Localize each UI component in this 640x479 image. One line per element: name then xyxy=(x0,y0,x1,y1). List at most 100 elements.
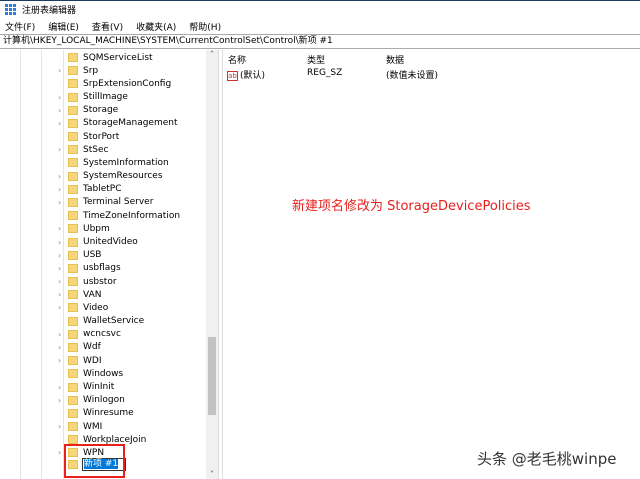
folder-icon xyxy=(68,408,78,418)
tree-item[interactable]: › wcncsvc xyxy=(58,328,122,341)
chevron-right-icon[interactable]: › xyxy=(58,198,66,207)
tree-item[interactable]: › SystemResources xyxy=(58,170,164,183)
tree-item[interactable]: › Wdf xyxy=(58,341,102,354)
tree-item[interactable]: › usbstor xyxy=(58,275,118,288)
tree-item[interactable]: › VAN xyxy=(58,288,102,301)
tree-item-label: Winlogon xyxy=(83,395,125,406)
folder-icon xyxy=(68,171,78,181)
tree-item[interactable]: SystemInformation xyxy=(58,156,170,169)
tree-item[interactable]: WalletService xyxy=(58,315,145,328)
value-type: REG_SZ xyxy=(307,68,343,78)
chevron-right-icon[interactable]: › xyxy=(58,106,66,115)
folder-icon xyxy=(68,79,78,89)
chevron-right-icon[interactable]: › xyxy=(58,93,66,102)
tree-item[interactable]: › usbflags xyxy=(58,262,122,275)
tree-pane: SQMServiceList › Srp SrpExtensionConfig › Sti… xyxy=(0,50,219,479)
tree-item[interactable]: › USB xyxy=(58,249,102,262)
tree-item[interactable]: › StillImage xyxy=(58,91,129,104)
tree-item-label: StorPort xyxy=(83,131,120,142)
tree-item[interactable]: › Storage xyxy=(58,104,119,117)
tree-item[interactable]: › WDI xyxy=(58,354,102,367)
folder-icon xyxy=(68,303,78,313)
tree-item[interactable]: SQMServiceList xyxy=(58,51,154,64)
tree-guide xyxy=(41,50,42,479)
chevron-right-icon[interactable]: › xyxy=(58,422,66,431)
folder-icon xyxy=(68,197,78,207)
chevron-right-icon[interactable]: › xyxy=(58,356,66,365)
column-header-name[interactable]: 名称 xyxy=(228,53,246,66)
tree-item-label: Terminal Server xyxy=(83,197,154,208)
chevron-right-icon[interactable]: › xyxy=(58,185,66,194)
tree-item[interactable]: Windows xyxy=(58,367,124,380)
folder-icon xyxy=(68,290,78,300)
chevron-right-icon[interactable]: › xyxy=(58,264,66,273)
chevron-right-icon[interactable]: › xyxy=(58,238,66,247)
menu-file[interactable]: 文件(F) xyxy=(5,20,35,33)
chevron-right-icon[interactable]: › xyxy=(58,119,66,128)
tree-item[interactable]: › WinInit xyxy=(58,381,115,394)
chevron-right-icon[interactable]: › xyxy=(58,303,66,312)
tree-item-label: StSec xyxy=(83,144,109,155)
tree-item-label: WDI xyxy=(83,355,102,366)
value-row[interactable]: ab (默认) xyxy=(227,68,265,81)
folder-icon xyxy=(68,277,78,287)
tree-item[interactable]: › Terminal Server xyxy=(58,196,154,209)
folder-icon xyxy=(68,329,78,339)
column-header-type[interactable]: 类型 xyxy=(307,53,325,66)
tree-item[interactable]: › WMI xyxy=(58,420,103,433)
address-bar[interactable]: 计算机\HKEY_LOCAL_MACHINE\SYSTEM\CurrentCon… xyxy=(0,34,640,49)
menu-help[interactable]: 帮助(H) xyxy=(189,20,221,33)
highlight-box xyxy=(64,444,125,478)
chevron-right-icon[interactable]: › xyxy=(58,330,66,339)
tree-item[interactable]: › StorageManagement xyxy=(58,117,179,130)
chevron-right-icon[interactable]: › xyxy=(58,290,66,299)
folder-icon xyxy=(68,132,78,142)
chevron-right-icon[interactable]: › xyxy=(58,383,66,392)
chevron-right-icon[interactable]: › xyxy=(58,343,66,352)
regedit-app-icon xyxy=(5,4,16,15)
tree-item-label: Srp xyxy=(83,65,99,76)
title-bar: 注册表编辑器 xyxy=(0,0,640,18)
scroll-up-icon[interactable]: ˄ xyxy=(206,50,218,59)
tree-item-label: usbflags xyxy=(83,263,121,274)
menu-bar: 文件(F) 编辑(E) 查看(V) 收藏夹(A) 帮助(H) xyxy=(0,18,234,34)
chevron-right-icon[interactable]: › xyxy=(58,172,66,181)
chevron-right-icon[interactable]: › xyxy=(58,145,66,154)
chevron-right-icon[interactable]: › xyxy=(58,224,66,233)
tree-item[interactable]: › Video xyxy=(58,301,109,314)
tree-guide xyxy=(20,50,21,479)
tree-item[interactable]: TimeZoneInformation xyxy=(58,209,181,222)
tree-item[interactable]: › Winlogon xyxy=(58,394,126,407)
tree-item[interactable]: SrpExtensionConfig xyxy=(58,77,172,90)
scrollbar-thumb[interactable] xyxy=(208,337,216,415)
chevron-right-icon[interactable]: › xyxy=(58,251,66,260)
folder-icon xyxy=(68,92,78,102)
folder-icon xyxy=(68,422,78,432)
tree-scrollbar[interactable]: ˄ ˅ xyxy=(206,50,218,479)
menu-favorites[interactable]: 收藏夹(A) xyxy=(136,20,176,33)
folder-icon xyxy=(68,316,78,326)
tree-item[interactable]: › Ubpm xyxy=(58,222,111,235)
menu-view[interactable]: 查看(V) xyxy=(92,20,123,33)
folder-icon xyxy=(68,145,78,155)
tree-item[interactable]: StorPort xyxy=(58,130,120,143)
folder-icon xyxy=(68,158,78,168)
menu-edit[interactable]: 编辑(E) xyxy=(48,20,79,33)
tree-item[interactable]: Winresume xyxy=(58,407,135,420)
folder-icon xyxy=(68,224,78,234)
tree-item[interactable]: › StSec xyxy=(58,143,109,156)
column-header-data[interactable]: 数据 xyxy=(386,53,404,66)
chevron-right-icon[interactable]: › xyxy=(58,66,66,75)
tree-item-label: VAN xyxy=(83,289,102,300)
tree-item-label: Windows xyxy=(83,368,124,379)
folder-icon xyxy=(68,250,78,260)
scroll-down-icon[interactable]: ˅ xyxy=(206,470,218,479)
tree-item[interactable]: › TabletPC xyxy=(58,183,123,196)
chevron-right-icon[interactable]: › xyxy=(58,396,66,405)
watermark: 头条 @老毛桃winpe xyxy=(477,450,617,468)
folder-icon xyxy=(68,211,78,221)
tree-item[interactable]: › Srp xyxy=(58,64,99,77)
tree-item[interactable]: › UnitedVideo xyxy=(58,236,139,249)
chevron-right-icon[interactable]: › xyxy=(58,277,66,286)
folder-icon xyxy=(68,263,78,273)
